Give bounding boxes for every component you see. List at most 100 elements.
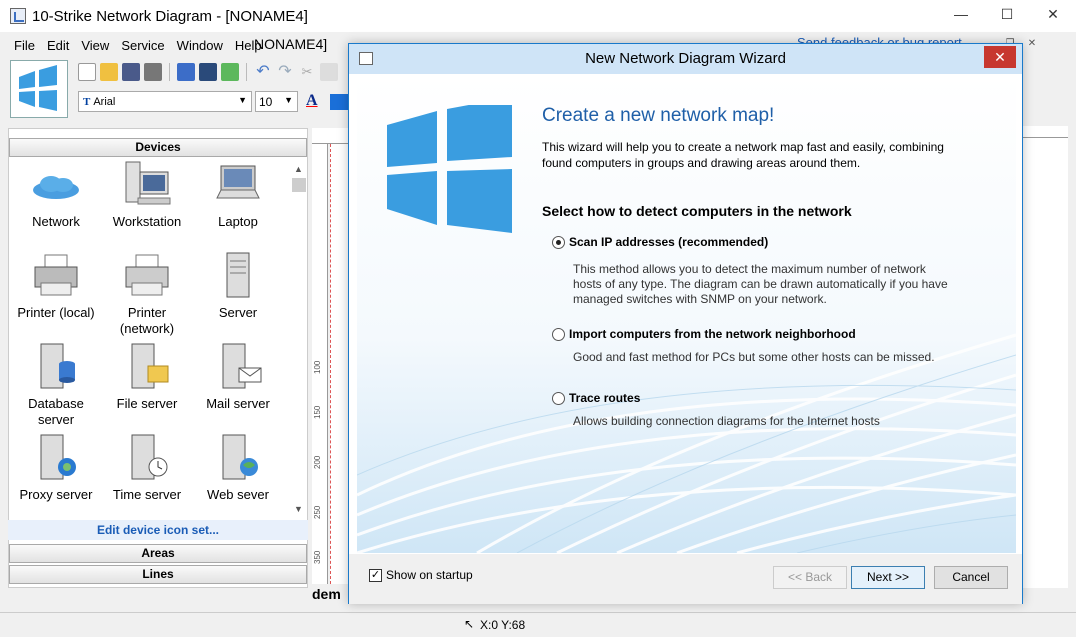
font-size-select[interactable]: 10 ▼ (255, 91, 298, 112)
device-web-server[interactable]: Web sever (192, 433, 284, 503)
font-color-button[interactable]: A (306, 92, 318, 110)
devices-header[interactable]: Devices (9, 138, 307, 157)
web-server-icon (213, 433, 263, 481)
option-scan-ip[interactable]: Scan IP addresses (recommended) (552, 235, 768, 249)
device-printer-local[interactable]: Printer (local) (10, 251, 102, 321)
radio-trace-routes[interactable] (552, 391, 565, 405)
redo-icon[interactable]: ↷ (276, 63, 294, 81)
document-tab[interactable]: dem (312, 586, 341, 602)
maximize-button[interactable]: ☐ (984, 0, 1030, 28)
scan-icon[interactable] (177, 63, 195, 81)
edit-icon-set-link[interactable]: Edit device icon set... (8, 520, 308, 540)
fill-color-button[interactable] (330, 94, 348, 110)
dialog-body: Create a new network map! This wizard wi… (357, 75, 1016, 553)
print-icon[interactable] (144, 63, 162, 81)
new-file-icon[interactable] (78, 63, 96, 81)
menu-window[interactable]: Window (171, 38, 229, 53)
toolbar: ↶ ↷ ✂ (78, 60, 338, 84)
device-label: Time server (112, 487, 182, 502)
scroll-thumb[interactable] (292, 178, 306, 192)
option-label: Scan IP addresses (recommended) (569, 235, 769, 249)
option-import-neighborhood[interactable]: Import computers from the network neighb… (552, 327, 856, 341)
save-icon[interactable] (122, 63, 140, 81)
shapes-icon[interactable] (221, 63, 239, 81)
wizard-logo (387, 105, 512, 233)
areas-header[interactable]: Areas (9, 544, 307, 563)
device-label: Laptop (218, 214, 258, 229)
server-icon (213, 251, 263, 299)
show-on-startup-checkbox[interactable]: ✓ Show on startup (369, 568, 473, 582)
device-printer-network[interactable]: Printer (network) (101, 251, 193, 337)
window-title: 10-Strike Network Diagram - [NONAME4] (32, 7, 308, 25)
device-label: Web sever (207, 487, 269, 502)
device-laptop[interactable]: Laptop (192, 160, 284, 230)
device-label: Proxy server (19, 487, 93, 502)
mail-server-icon (213, 342, 263, 390)
toolbar-separator (246, 63, 247, 81)
device-scrollbar[interactable]: ▲ ▼ (292, 160, 306, 520)
device-file-server[interactable]: File server (101, 342, 193, 412)
chevron-down-icon: ▼ (284, 95, 293, 105)
device-label: Network (32, 214, 80, 229)
wizard-intro: This wizard will help you to create a ne… (542, 140, 944, 170)
ruler-top (312, 128, 348, 144)
proxy-server-icon (31, 433, 81, 481)
ruler-top-right (1022, 126, 1068, 138)
menu-view[interactable]: View (75, 38, 115, 53)
cancel-button[interactable]: Cancel (934, 566, 1008, 589)
time-server-icon (122, 433, 172, 481)
back-button[interactable]: << Back (773, 566, 847, 589)
diagram-canvas-right[interactable] (1022, 138, 1068, 588)
copy-icon[interactable] (320, 63, 338, 81)
lines-header[interactable]: Lines (9, 565, 307, 584)
dialog-footer: ✓ Show on startup << Back Next >> Cancel (349, 554, 1022, 604)
network-printer-icon (122, 251, 172, 299)
device-mail-server[interactable]: Mail server (192, 342, 284, 412)
cursor-coordinates: X:0 Y:68 (480, 618, 526, 632)
database-server-icon (31, 342, 81, 390)
option-trace-routes[interactable]: Trace routes (552, 391, 640, 405)
close-button[interactable]: ✕ (1030, 0, 1076, 28)
printer-icon (31, 251, 81, 299)
ruler-left: 100 150 200 250 350 (312, 144, 328, 584)
dialog-close-button[interactable]: ✕ (984, 46, 1016, 68)
chevron-down-icon: ▼ (238, 95, 247, 105)
menu-file[interactable]: File (0, 38, 41, 53)
font-name-select[interactable]: T Arial ▼ (78, 91, 252, 112)
device-network[interactable]: Network (10, 160, 102, 230)
menu-bar: File Edit View Service Window Help (0, 34, 268, 56)
menu-service[interactable]: Service (115, 38, 170, 53)
ruler-mark: 250 (313, 505, 322, 519)
ruler-mark: 200 (313, 455, 322, 469)
device-workstation[interactable]: Workstation (101, 160, 193, 230)
checkbox-checked-icon[interactable]: ✓ (369, 568, 382, 582)
status-bar: ↖ X:0 Y:68 (0, 612, 1076, 637)
mdi-close-icon[interactable]: ✕ (1022, 36, 1042, 50)
truetype-icon: T (83, 95, 91, 108)
open-folder-icon[interactable] (100, 63, 118, 81)
radio-scan-ip[interactable] (552, 235, 565, 249)
menu-edit[interactable]: Edit (41, 38, 75, 53)
device-proxy-server[interactable]: Proxy server (10, 433, 102, 503)
minimize-button[interactable]: — (938, 0, 984, 28)
ruler-mark: 100 (313, 360, 322, 374)
cursor-icon: ↖ (464, 617, 475, 631)
wizard-dialog: New Network Diagram Wizard ✕ Create a ne… (348, 43, 1023, 604)
app-logo (10, 60, 68, 118)
device-database-server[interactable]: Database server (10, 342, 102, 428)
device-server[interactable]: Server (192, 251, 284, 321)
cloud-icon (31, 160, 81, 208)
scroll-up-icon[interactable]: ▲ (294, 164, 303, 174)
image-icon[interactable] (199, 63, 217, 81)
next-button[interactable]: Next >> (851, 566, 925, 589)
device-time-server[interactable]: Time server (101, 433, 193, 503)
option-label: Trace routes (569, 391, 641, 405)
ruler-mark: 350 (313, 550, 322, 564)
ruler-mark: 150 (313, 405, 322, 419)
diagram-canvas[interactable] (330, 144, 348, 584)
scroll-down-icon[interactable]: ▼ (294, 504, 303, 514)
radio-import-neighborhood[interactable] (552, 327, 565, 341)
file-server-icon (122, 342, 172, 390)
undo-icon[interactable]: ↶ (254, 63, 272, 81)
cut-icon[interactable]: ✂ (298, 63, 316, 81)
